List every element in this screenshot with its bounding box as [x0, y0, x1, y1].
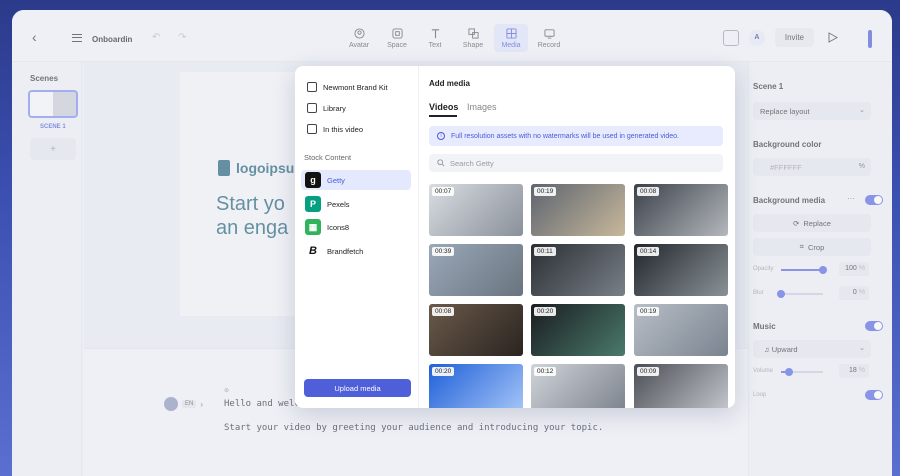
source-icons8[interactable]: ▦ Icons8 [301, 217, 411, 237]
info-banner: i Full resolution assets with no waterma… [429, 126, 723, 146]
video-thumbnail[interactable]: 00:09 [634, 364, 728, 408]
video-thumbnail[interactable]: 00:20 [531, 304, 625, 356]
in-this-video-label: In this video [323, 124, 364, 134]
add-media-panel: Add media Videos Images i Full resolutio… [419, 66, 735, 408]
source-label: Pexels [327, 199, 350, 209]
media-popover: Newmont Brand Kit Library In this video … [295, 66, 735, 408]
source-brandfetch[interactable]: B Brandfetch [301, 241, 411, 261]
tab-images[interactable]: Images [467, 102, 497, 112]
pexels-logo-icon: P [305, 196, 321, 212]
brand-kit-item[interactable]: Newmont Brand Kit [307, 82, 388, 92]
video-duration: 00:20 [432, 367, 455, 376]
brandfetch-logo-icon: B [305, 243, 321, 259]
video-duration: 00:09 [637, 367, 660, 376]
icons8-logo-icon: ▦ [305, 219, 321, 235]
video-duration: 00:19 [534, 187, 557, 196]
search-icon [437, 159, 445, 167]
video-duration: 00:08 [432, 307, 455, 316]
active-tab-indicator [429, 115, 457, 117]
video-duration: 00:11 [534, 247, 556, 256]
video-thumbnail[interactable]: 00:11 [531, 244, 625, 296]
source-getty[interactable]: g Getty [301, 170, 411, 190]
info-icon: i [437, 132, 445, 140]
video-duration: 00:07 [432, 187, 455, 196]
video-duration: 00:39 [432, 247, 455, 256]
library-label: Library [323, 103, 346, 113]
video-duration: 00:19 [637, 307, 660, 316]
search-placeholder: Search Getty [450, 158, 494, 168]
video-thumbnail[interactable]: 00:39 [429, 244, 523, 296]
video-thumbnail[interactable]: 00:08 [634, 184, 728, 236]
app-window: ‹ Onboardin ↶ ↷ Avatar Space Text Shape [12, 10, 892, 476]
getty-logo-icon: g [305, 172, 321, 188]
source-label: Getty [327, 175, 345, 185]
media-sources-list: Newmont Brand Kit Library In this video … [295, 66, 419, 408]
upload-media-button[interactable]: Upload media [304, 379, 411, 397]
library-icon [307, 103, 317, 113]
calendar-icon [307, 124, 317, 134]
video-duration: 00:20 [534, 307, 557, 316]
brand-kit-label: Newmont Brand Kit [323, 82, 388, 92]
video-thumbnail[interactable]: 00:08 [429, 304, 523, 356]
tab-videos[interactable]: Videos [429, 102, 458, 112]
search-input[interactable]: Search Getty [429, 154, 723, 172]
stock-content-title: Stock Content [304, 153, 352, 162]
video-thumbnail[interactable]: 00:12 [531, 364, 625, 408]
info-text: Full resolution assets with no watermark… [451, 132, 680, 140]
video-duration: 00:14 [637, 247, 660, 256]
video-thumbnail[interactable]: 00:19 [634, 304, 728, 356]
video-thumbnail[interactable]: 00:20 [429, 364, 523, 408]
in-this-video-item[interactable]: In this video [307, 124, 363, 134]
source-label: Brandfetch [327, 246, 364, 256]
add-media-title: Add media [429, 79, 470, 88]
video-duration: 00:08 [637, 187, 660, 196]
video-duration: 00:12 [534, 367, 557, 376]
brand-kit-icon [307, 82, 317, 92]
video-thumbnail[interactable]: 00:07 [429, 184, 523, 236]
video-thumbnail[interactable]: 00:19 [531, 184, 625, 236]
library-item[interactable]: Library [307, 103, 346, 113]
video-thumbnail[interactable]: 00:14 [634, 244, 728, 296]
source-pexels[interactable]: P Pexels [301, 194, 411, 214]
source-label: Icons8 [327, 222, 350, 232]
